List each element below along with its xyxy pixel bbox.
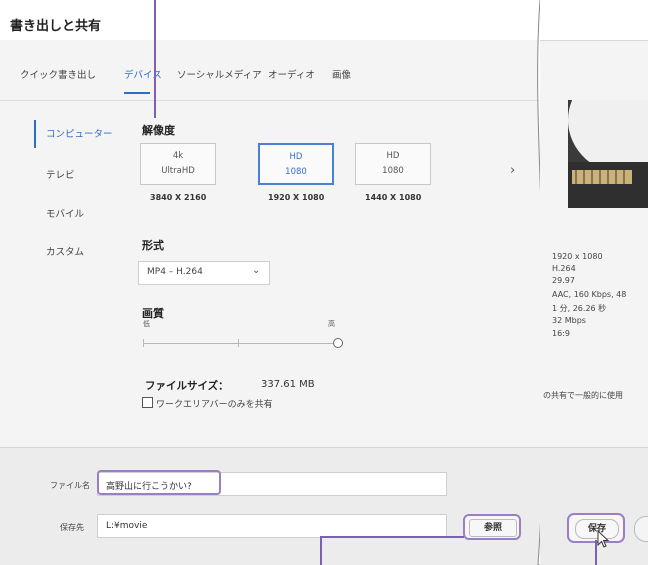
chevron-right-icon[interactable]: › — [510, 163, 515, 178]
tab-bar: クイック書き出し デバイス ソーシャルメディア オーディオ 画像 — [0, 40, 540, 101]
sidebar-item-tv[interactable]: テレビ — [46, 167, 75, 181]
file-size-value: 337.61 MB — [261, 379, 315, 390]
file-size-label: ファイルサイズ： — [145, 380, 229, 392]
resolution-option-line1: 4k — [172, 151, 184, 161]
resolution-option-hd-1920[interactable]: HD 1080 — [258, 143, 334, 185]
resolution-label: 解像度 — [142, 124, 175, 137]
export-dialog-right-crop: 1920 x 1080 H.264 29.97 AAC, 160 Kbps, 4… — [540, 0, 648, 565]
save-to-input[interactable]: L:¥movie — [97, 514, 447, 538]
format-select-value: MP4 – H.264 — [147, 267, 203, 277]
active-sidebar-indicator — [34, 120, 36, 148]
format-select[interactable]: MP4 – H.264 ⌄ — [138, 261, 270, 285]
sidebar-item-custom[interactable]: カスタム — [46, 244, 84, 258]
resolution-option-line1: HD — [289, 152, 303, 162]
callout-line-browse — [320, 536, 322, 565]
quality-slider-handle[interactable] — [333, 338, 343, 348]
resolution-dims-4k: 3840 X 2160 — [150, 193, 207, 202]
title-bar: 書き出しと共有 — [0, 0, 540, 41]
resolution-option-line2: 1080 — [382, 166, 404, 176]
slider-tick — [143, 339, 144, 347]
callout-line-save — [595, 540, 597, 565]
save-to-value: L:¥movie — [106, 521, 148, 531]
resolution-option-line2: UltraHD — [161, 166, 195, 176]
spec-resolution: 1920 x 1080 — [552, 252, 603, 261]
preview-image — [568, 100, 648, 208]
quality-high-label: 高 — [328, 320, 335, 328]
file-name-label: ファイル名 — [50, 481, 90, 490]
file-name-callout-frame — [97, 470, 221, 495]
spec-duration: 1 分, 26.26 秒 — [552, 304, 607, 313]
spec-audio: AAC, 160 Kbps, 48 — [552, 290, 627, 299]
resolution-option-4k[interactable]: 4k UltraHD — [140, 143, 216, 185]
slider-tick — [238, 339, 239, 347]
resolution-dims-1440: 1440 X 1080 — [365, 193, 422, 202]
browse-button[interactable]: 参照 — [463, 514, 521, 540]
dialog-title: 書き出しと共有 — [10, 19, 102, 34]
chevron-down-icon: ⌄ — [252, 265, 261, 276]
export-share-dialog: 書き出しと共有 クイック書き出し デバイス ソーシャルメディア オーディオ 画像… — [0, 0, 540, 565]
preset-description: の共有で一般的に使用 — [543, 391, 623, 400]
callout-line-browse-horizontal — [320, 536, 464, 538]
spec-frame-rate: 29.97 — [552, 276, 575, 285]
tab-social-media[interactable]: ソーシャルメディア — [177, 67, 262, 81]
spec-aspect-ratio: 16:9 — [552, 329, 570, 338]
resolution-option-hd-1440[interactable]: HD 1080 — [355, 143, 431, 185]
tab-quick-export[interactable]: クイック書き出し — [20, 67, 96, 81]
output-settings-panel — [540, 447, 648, 565]
save-to-label: 保存先 — [60, 523, 84, 532]
resolution-option-line2: 1080 — [285, 167, 307, 177]
resolution-dims-1920: 1920 X 1080 — [268, 193, 325, 202]
video-preview-thumbnail — [568, 100, 648, 208]
title-bar — [540, 0, 648, 41]
browse-button-label: 参照 — [469, 519, 517, 537]
callout-line-device-tab — [154, 0, 156, 118]
tab-image[interactable]: 画像 — [332, 67, 351, 81]
output-settings-panel — [0, 447, 540, 565]
sidebar-item-computer[interactable]: コンピューター — [46, 126, 113, 140]
format-label: 形式 — [142, 239, 164, 252]
active-tab-indicator — [124, 92, 150, 94]
mouse-cursor-icon — [597, 530, 610, 548]
spec-codec: H.264 — [552, 264, 576, 273]
spec-bitrate: 32 Mbps — [552, 316, 586, 325]
tab-audio[interactable]: オーディオ — [268, 67, 315, 81]
workarea-only-label: ワークエリアバーのみを共有 — [156, 400, 273, 410]
workarea-only-checkbox[interactable] — [142, 397, 153, 408]
sidebar-item-mobile[interactable]: モバイル — [46, 206, 84, 220]
quality-low-label: 低 — [143, 320, 150, 328]
tab-device[interactable]: デバイス — [124, 67, 162, 81]
resolution-option-line1: HD — [386, 151, 400, 161]
